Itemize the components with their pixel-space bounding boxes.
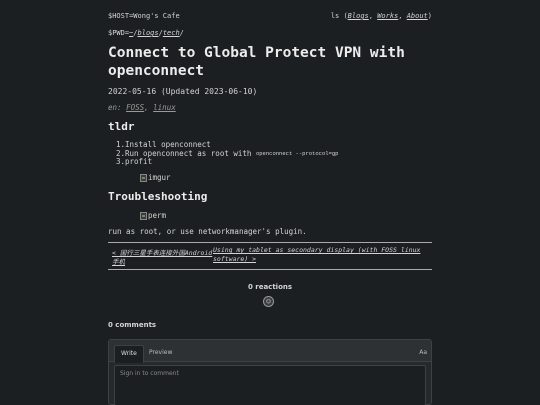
- broken-image-icon: [140, 173, 147, 182]
- top-bar: $HOST=Wong's Cafe ls (Blogs, Works, Abou…: [108, 10, 432, 22]
- top-nav: ls (Blogs, Works, About): [330, 12, 432, 20]
- comment-tabs: Write Preview Aa: [109, 340, 431, 363]
- inline-code: openconnect --protocol=gp: [255, 149, 339, 157]
- format-text-icon[interactable]: Aa: [419, 349, 427, 356]
- prev-post-link[interactable]: < 国行三星手表连接外国Android手机: [112, 249, 214, 267]
- comments-count: 0 comments: [108, 321, 157, 329]
- nav-about-link[interactable]: About: [407, 12, 428, 20]
- site-host: $HOST=Wong's Cafe: [108, 12, 180, 20]
- nav-blogs-link[interactable]: Blogs: [348, 12, 369, 20]
- run-paragraph: run as root, or use networkmanager's plu…: [108, 227, 307, 236]
- page-title: Connect to Global Protect VPN with openc…: [108, 45, 405, 79]
- tag-linux-link[interactable]: linux: [153, 103, 176, 112]
- site-name-link[interactable]: Wong's Cafe: [133, 12, 179, 20]
- reactions-count: 0 reactions: [247, 283, 293, 291]
- comment-box: Write Preview Aa Sign in to comment: [108, 339, 432, 405]
- smiley-icon[interactable]: ☺: [263, 296, 274, 307]
- broken-image-icon: [140, 211, 147, 220]
- nav-works-link[interactable]: Works: [377, 12, 398, 20]
- steps-list: 1. Install openconnect 2. Run openconnect …: [116, 140, 339, 167]
- breadcrumb-tech-link[interactable]: tech: [163, 29, 180, 37]
- next-post-link[interactable]: Using my tablet as secondary display (wi…: [213, 246, 423, 264]
- imgur-image: imgur: [140, 173, 171, 182]
- section-heading-troubleshooting: Troubleshooting: [108, 190, 208, 203]
- post-navigation: < 国行三星手表连接外国Android手机 Using my tablet as…: [108, 242, 432, 270]
- post-tags: en: FOSS, linux: [108, 103, 176, 112]
- breadcrumb: $PWD=~/blogs/tech/: [108, 29, 184, 37]
- comment-input[interactable]: Sign in to comment: [114, 365, 426, 405]
- perm-image: perm: [140, 211, 166, 220]
- section-heading-tldr: tldr: [108, 120, 135, 133]
- list-item: 3. profit: [116, 157, 153, 166]
- tab-preview[interactable]: Preview: [143, 345, 178, 363]
- breadcrumb-blogs-link[interactable]: blogs: [138, 29, 159, 37]
- tag-foss-link[interactable]: FOSS: [126, 103, 144, 112]
- post-date: 2022-05-16 (Updated 2023-06-10): [108, 87, 258, 96]
- tab-write[interactable]: Write: [114, 345, 144, 363]
